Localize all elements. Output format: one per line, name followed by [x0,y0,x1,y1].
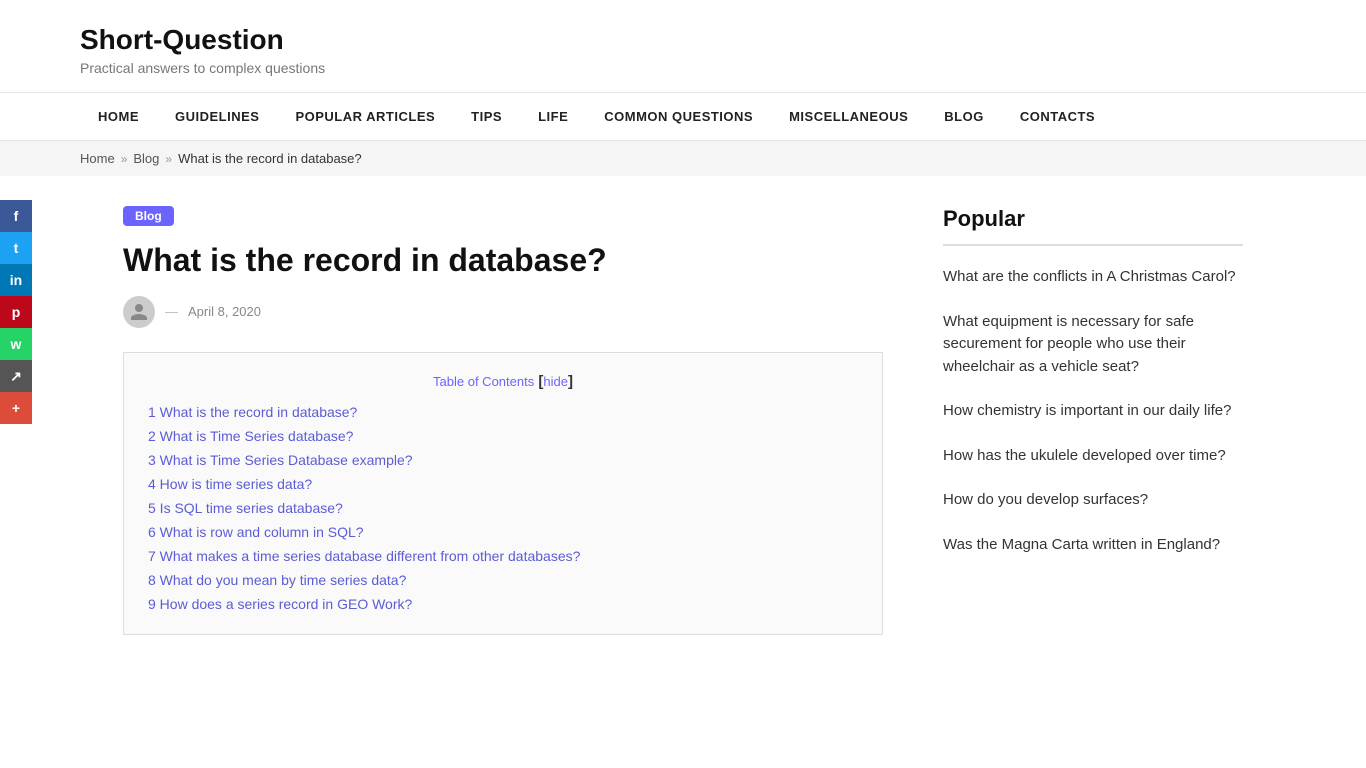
site-title: Short-Question [80,24,1286,56]
popular-item-2: What equipment is necessary for safe sec… [943,311,1243,379]
nav-list: HOME GUIDELINES POPULAR ARTICLES TIPS LI… [80,93,1113,140]
author-avatar [123,296,155,328]
article-date: April 8, 2020 [188,304,261,319]
breadcrumb-sep-2: » [165,152,172,166]
toc-item-9: 9 How does a series record in GEO Work? [148,596,858,614]
nav-item-home[interactable]: HOME [80,93,157,140]
whatsapp-share-button[interactable]: w [0,328,32,360]
popular-item-6: Was the Magna Carta written in England? [943,534,1243,557]
meta-dash: — [165,304,178,319]
nav-item-contacts[interactable]: CONTACTS [1002,93,1113,140]
nav-item-miscellaneous[interactable]: MISCELLANEOUS [771,93,926,140]
pinterest-share-button[interactable]: p [0,296,32,328]
article-meta: — April 8, 2020 [123,296,883,328]
popular-item-3: How chemistry is important in our daily … [943,400,1243,423]
toc-link-3[interactable]: 3 What is Time Series Database example? [148,452,413,468]
page-layout: Blog What is the record in database? — A… [43,176,1323,705]
sidebar-divider [943,244,1243,246]
popular-link-5[interactable]: How do you develop surfaces? [943,491,1148,508]
breadcrumb-current: What is the record in database? [178,151,362,166]
toc-item-4: 4 How is time series data? [148,476,858,494]
toc-title: Table of Contents [hide] [148,373,858,390]
main-content: Blog What is the record in database? — A… [123,206,883,665]
breadcrumb-sep-1: » [121,152,128,166]
toc-item-7: 7 What makes a time series database diff… [148,548,858,566]
popular-item-5: How do you develop surfaces? [943,489,1243,512]
toc-item-3: 3 What is Time Series Database example? [148,452,858,470]
popular-link-4[interactable]: How has the ukulele developed over time? [943,447,1226,464]
popular-item-4: How has the ukulele developed over time? [943,445,1243,468]
toc-link-4[interactable]: 4 How is time series data? [148,476,312,492]
toc-item-6: 6 What is row and column in SQL? [148,524,858,542]
nav-item-popular-articles[interactable]: POPULAR ARTICLES [277,93,453,140]
linkedin-share-button[interactable]: in [0,264,32,296]
sidebar-popular-title: Popular [943,206,1243,232]
toc-box: Table of Contents [hide] 1 What is the r… [123,352,883,635]
popular-link-1[interactable]: What are the conflicts in A Christmas Ca… [943,268,1236,285]
avatar-icon [129,302,149,322]
nav-item-life[interactable]: LIFE [520,93,586,140]
google-plus-button[interactable]: + [0,392,32,424]
toc-link-8[interactable]: 8 What do you mean by time series data? [148,572,406,588]
toc-list: 1 What is the record in database? 2 What… [148,404,858,614]
toc-link-1[interactable]: 1 What is the record in database? [148,404,357,420]
toc-link-9[interactable]: 9 How does a series record in GEO Work? [148,596,412,612]
toc-item-8: 8 What do you mean by time series data? [148,572,858,590]
popular-link-6[interactable]: Was the Magna Carta written in England? [943,536,1220,553]
toc-hide-link[interactable]: hide [543,374,568,389]
site-header: Short-Question Practical answers to comp… [0,0,1366,93]
toc-link-5[interactable]: 5 Is SQL time series database? [148,500,343,516]
popular-link-2[interactable]: What equipment is necessary for safe sec… [943,313,1194,375]
toc-item-2: 2 What is Time Series database? [148,428,858,446]
sidebar: Popular What are the conflicts in A Chri… [943,206,1243,665]
nav-item-common-questions[interactable]: COMMON QUESTIONS [586,93,771,140]
breadcrumb-home[interactable]: Home [80,151,115,166]
social-sidebar: f t in p w ↗ + [0,200,32,424]
nav-item-tips[interactable]: TIPS [453,93,520,140]
breadcrumb: Home » Blog » What is the record in data… [0,141,1366,176]
nav-item-guidelines[interactable]: GUIDELINES [157,93,277,140]
breadcrumb-blog[interactable]: Blog [133,151,159,166]
share-button[interactable]: ↗ [0,360,32,392]
toc-link-2[interactable]: 2 What is Time Series database? [148,428,353,444]
toc-item-1: 1 What is the record in database? [148,404,858,422]
facebook-share-button[interactable]: f [0,200,32,232]
toc-item-5: 5 Is SQL time series database? [148,500,858,518]
article-title: What is the record in database? [123,240,883,282]
blog-badge: Blog [123,206,174,226]
popular-link-3[interactable]: How chemistry is important in our daily … [943,402,1231,419]
site-tagline: Practical answers to complex questions [80,60,1286,76]
toc-link-7[interactable]: 7 What makes a time series database diff… [148,548,580,564]
nav-item-blog[interactable]: BLOG [926,93,1002,140]
popular-item-1: What are the conflicts in A Christmas Ca… [943,266,1243,289]
toc-link-6[interactable]: 6 What is row and column in SQL? [148,524,364,540]
main-nav: HOME GUIDELINES POPULAR ARTICLES TIPS LI… [0,93,1366,141]
twitter-share-button[interactable]: t [0,232,32,264]
